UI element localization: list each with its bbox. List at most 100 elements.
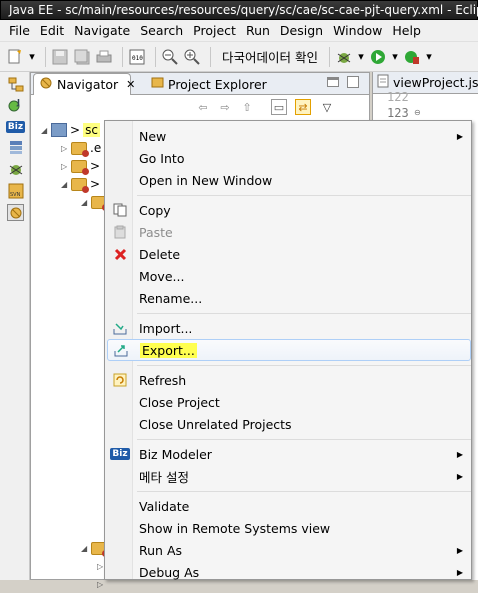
menu-item-rename[interactable]: Rename...: [107, 287, 471, 309]
tree-row[interactable]: ▷ >: [61, 157, 100, 175]
expanded-icon[interactable]: ◢: [81, 198, 91, 207]
menu-item-export[interactable]: Export...: [107, 339, 471, 361]
toolbar-separator: [122, 46, 123, 67]
menu-item-copy[interactable]: Copy: [107, 199, 471, 221]
forward-icon[interactable]: ⇨: [217, 99, 233, 115]
fold-icon[interactable]: ⊖: [414, 108, 421, 117]
layers-icon[interactable]: [7, 138, 24, 155]
folder-icon: [71, 159, 89, 175]
left-trim-stack: J Biz SVN: [0, 72, 30, 580]
submenu-arrow-icon: ▶: [456, 471, 463, 481]
tree-row[interactable]: ◢ >: [61, 175, 100, 193]
menu-item-meta-settings[interactable]: 메타 설정 ▶: [107, 465, 471, 487]
menu-item-label: Rename...: [139, 290, 203, 306]
bug-icon[interactable]: [7, 160, 24, 177]
menu-project[interactable]: Project: [188, 23, 241, 38]
menu-separator: [137, 195, 471, 196]
svg-text:J: J: [16, 98, 20, 107]
collapsed-icon[interactable]: ▷: [61, 162, 71, 171]
menu-item-import[interactable]: Import...: [107, 317, 471, 339]
new-icon[interactable]: [6, 48, 24, 66]
toolbar-separator: [328, 46, 330, 67]
tree-row-project[interactable]: ◢ > sc: [41, 121, 100, 139]
up-icon[interactable]: ⇧: [239, 99, 255, 115]
collapse-all-icon[interactable]: ▭: [271, 99, 287, 115]
save-all-icon[interactable]: [73, 48, 91, 66]
paste-icon: [107, 225, 133, 239]
menu-item-label: Move...: [139, 268, 185, 284]
menu-item-go-into[interactable]: Go Into: [107, 147, 471, 169]
menu-separator: [137, 439, 471, 440]
menu-item-biz-modeler[interactable]: Biz Biz Modeler ▶: [107, 443, 471, 465]
i18n-data-check-button[interactable]: 다국어데이터 확인: [216, 47, 324, 66]
print-icon[interactable]: [95, 48, 113, 66]
svn-icon[interactable]: SVN: [7, 182, 24, 199]
menu-item-refresh[interactable]: Refresh: [107, 369, 471, 391]
window-title: Java EE - sc/main/resources/resources/qu…: [9, 3, 478, 17]
menu-item-run-as[interactable]: Run As ▶: [107, 539, 471, 561]
menu-item-new[interactable]: New ▶: [107, 125, 471, 147]
menu-item-validate[interactable]: Validate: [107, 495, 471, 517]
run-icon[interactable]: [369, 48, 387, 66]
context-menu: New ▶ Go Into Open in New Window Copy Pa…: [104, 120, 472, 580]
dropdown-arrow-icon[interactable]: ▾: [425, 48, 433, 66]
folder-icon: [71, 141, 89, 157]
menu-item-label: Biz Modeler: [139, 446, 212, 462]
menu-item-paste[interactable]: Paste: [107, 221, 471, 243]
delete-icon: [107, 248, 133, 261]
folder-icon: [71, 177, 89, 193]
navigator-icon: [40, 77, 53, 93]
external-tools-icon[interactable]: [403, 48, 421, 66]
collapsed-icon[interactable]: ▷: [97, 580, 107, 589]
java-icon[interactable]: J: [7, 96, 24, 113]
close-icon[interactable]: ✕: [126, 78, 135, 91]
dropdown-arrow-icon[interactable]: ▾: [357, 48, 365, 66]
dropdown-arrow-icon[interactable]: ▾: [391, 48, 399, 66]
maximize-icon[interactable]: [347, 76, 359, 88]
toolbar-separator: [155, 46, 156, 67]
expanded-icon[interactable]: ◢: [41, 126, 51, 135]
navigator-view-icon[interactable]: [7, 204, 24, 221]
collapsed-icon[interactable]: ▷: [61, 144, 71, 153]
menu-item-open-in-new-window[interactable]: Open in New Window: [107, 169, 471, 191]
expanded-icon[interactable]: ◢: [81, 544, 91, 553]
menu-search[interactable]: Search: [135, 23, 188, 38]
menu-window[interactable]: Window: [328, 23, 387, 38]
zoom-in-icon[interactable]: [183, 48, 201, 66]
tree-row[interactable]: ▷ .e: [61, 139, 101, 157]
menu-item-label: Paste: [139, 224, 173, 240]
menu-design[interactable]: Design: [275, 23, 328, 38]
hierarchy-icon[interactable]: [7, 76, 24, 93]
menu-edit[interactable]: Edit: [35, 23, 69, 38]
tab-navigator[interactable]: Navigator ✕: [33, 73, 135, 95]
menu-help[interactable]: Help: [387, 23, 426, 38]
export-label-highlight: Export...: [140, 342, 197, 358]
menu-item-close-project[interactable]: Close Project: [107, 391, 471, 413]
tab-project-explorer-label: Project Explorer: [168, 76, 267, 92]
menu-run[interactable]: Run: [241, 23, 275, 38]
menu-item-delete[interactable]: Delete: [107, 243, 471, 265]
minimize-icon[interactable]: [327, 77, 339, 87]
expanded-icon[interactable]: ◢: [61, 180, 71, 189]
toolbar-separator: [45, 46, 46, 67]
debug-icon[interactable]: [335, 48, 353, 66]
project-icon: [51, 123, 67, 137]
binary-icon[interactable]: 010: [128, 48, 146, 66]
menu-item-close-unrelated-projects[interactable]: Close Unrelated Projects: [107, 413, 471, 435]
back-icon[interactable]: ⇦: [195, 99, 211, 115]
copy-icon: [107, 203, 133, 217]
view-menu-icon[interactable]: ▽: [319, 99, 335, 115]
link-with-editor-icon[interactable]: ⇄: [295, 99, 311, 115]
menu-item-move[interactable]: Move...: [107, 265, 471, 287]
menu-item-label: Refresh: [139, 372, 187, 388]
save-icon[interactable]: [51, 48, 69, 66]
menu-file[interactable]: File: [4, 23, 35, 38]
dropdown-arrow-icon[interactable]: ▾: [28, 48, 36, 66]
biz-icon[interactable]: Biz: [5, 118, 26, 135]
tab-project-explorer[interactable]: Project Explorer: [145, 73, 273, 95]
zoom-out-icon[interactable]: [161, 48, 179, 66]
menu-navigate[interactable]: Navigate: [69, 23, 135, 38]
submenu-arrow-icon: ▶: [456, 545, 463, 555]
menu-item-show-in-remote-systems[interactable]: Show in Remote Systems view: [107, 517, 471, 539]
menu-item-label: Close Unrelated Projects: [139, 416, 292, 432]
